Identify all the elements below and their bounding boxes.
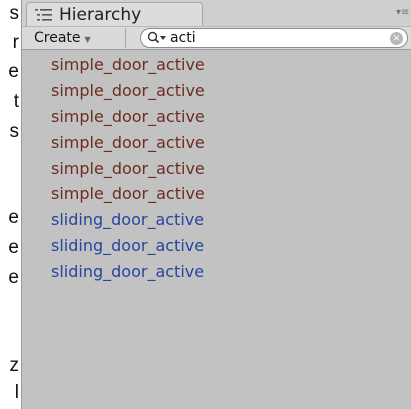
list-item[interactable]: simple_door_active xyxy=(22,156,411,182)
panel-menu-icon[interactable]: ▾≡ xyxy=(396,7,410,19)
background-text-strip: s r e t s e e e z l xyxy=(0,0,21,409)
background-char: s xyxy=(9,121,20,142)
list-item[interactable]: simple_door_active xyxy=(22,104,411,130)
list-item[interactable]: simple_door_active xyxy=(22,78,411,104)
search-field[interactable]: × xyxy=(140,28,408,48)
tab-bar: Hierarchy ▾≡ xyxy=(22,0,411,26)
background-char: s xyxy=(9,3,20,24)
background-char: e xyxy=(8,267,19,288)
search-results-list: simple_door_active simple_door_active simp… xyxy=(22,52,411,285)
clear-icon[interactable]: × xyxy=(390,32,403,45)
chevron-down-icon: ▼ xyxy=(84,34,91,44)
hierarchy-panel: Hierarchy ▾≡ Create ▼ × simple_door_acti… xyxy=(21,0,411,409)
list-item[interactable]: simple_door_active xyxy=(22,52,411,78)
list-icon xyxy=(35,8,52,21)
list-item[interactable]: sliding_door_active xyxy=(22,207,411,233)
toolbar: Create ▼ × xyxy=(22,26,411,50)
tab-title: Hierarchy xyxy=(59,4,142,25)
search-input[interactable] xyxy=(170,29,380,47)
create-button[interactable]: Create ▼ xyxy=(28,28,126,48)
background-char: t xyxy=(13,91,19,112)
background-char: l xyxy=(14,382,19,403)
background-char: z xyxy=(9,355,20,376)
tab-hierarchy[interactable]: Hierarchy xyxy=(26,2,203,26)
list-item[interactable]: sliding_door_active xyxy=(22,259,411,285)
list-item[interactable]: simple_door_active xyxy=(22,130,411,156)
background-char: e xyxy=(8,207,19,228)
list-item[interactable]: simple_door_active xyxy=(22,181,411,207)
background-char: e xyxy=(8,61,19,82)
create-label: Create xyxy=(34,30,81,46)
list-item[interactable]: sliding_door_active xyxy=(22,233,411,259)
background-char: r xyxy=(12,32,19,53)
search-dropdown-icon[interactable] xyxy=(147,31,167,45)
background-char: e xyxy=(8,237,19,258)
